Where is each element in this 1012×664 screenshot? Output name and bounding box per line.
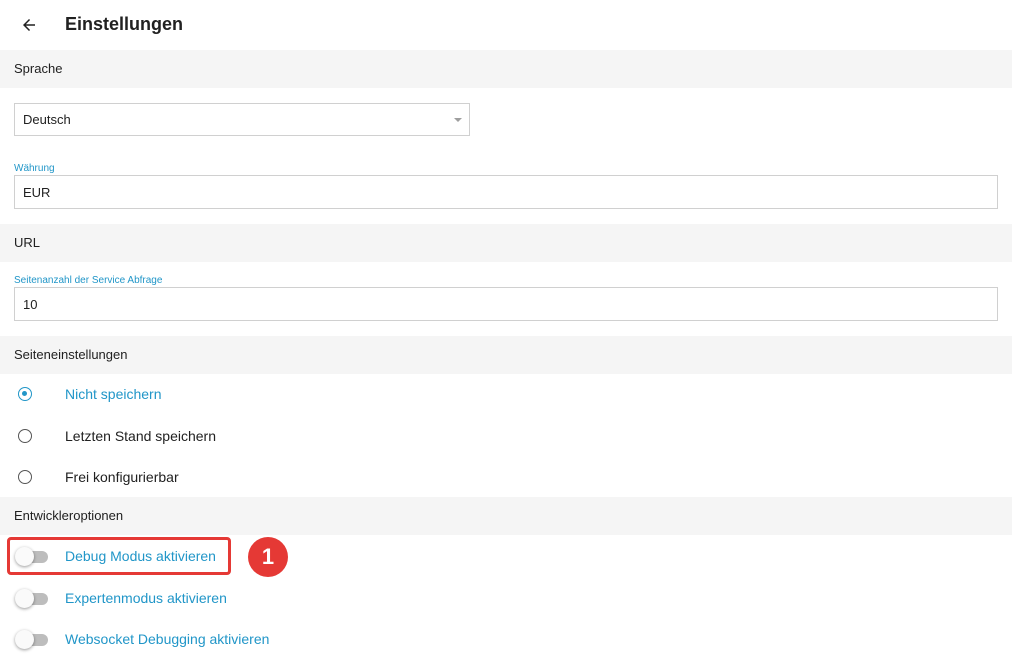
toggle-expert-mode[interactable]: Expertenmodus aktivieren [0, 584, 400, 612]
app-header: Einstellungen [0, 0, 1012, 50]
toggle-label: Websocket Debugging aktivieren [65, 631, 270, 647]
page-count-input[interactable] [14, 287, 998, 321]
radio-label: Letzten Stand speichern [65, 428, 216, 444]
radio-button[interactable] [18, 470, 32, 484]
toggle-websocket-debugging[interactable]: Websocket Debugging aktivieren [0, 625, 400, 653]
radio-option-letzten-stand[interactable]: Letzten Stand speichern [0, 422, 400, 450]
back-button[interactable] [16, 12, 42, 38]
radio-option-nicht-speichern[interactable]: Nicht speichern [0, 380, 400, 408]
currency-label: Währung [14, 163, 55, 174]
language-select-value: Deutsch [23, 112, 71, 127]
radio-button[interactable] [18, 387, 32, 401]
language-select[interactable]: Deutsch [14, 103, 470, 136]
radio-button[interactable] [18, 429, 32, 443]
highlight-box [7, 537, 231, 575]
section-header-language: Sprache [0, 50, 1012, 88]
page-count-label: Seitenanzahl der Service Abfrage [14, 275, 163, 286]
currency-input[interactable] [14, 175, 998, 209]
section-header-page-settings: Seiteneinstellungen [0, 336, 1012, 374]
page-title: Einstellungen [65, 14, 184, 34]
settings-page: Einstellungen Sprache Deutsch Währung UR… [0, 0, 1012, 664]
radio-label: Frei konfigurierbar [65, 469, 179, 485]
radio-option-frei-konfigurierbar[interactable]: Frei konfigurierbar [0, 463, 400, 491]
arrow-left-icon [23, 19, 35, 31]
toggle-thumb[interactable] [15, 630, 34, 649]
callout-badge: 1 [248, 537, 288, 577]
toggle-label: Expertenmodus aktivieren [65, 590, 227, 606]
toggle-thumb[interactable] [15, 589, 34, 608]
radio-label: Nicht speichern [65, 386, 162, 402]
caret-down-icon [454, 118, 462, 122]
section-header-url: URL [0, 224, 1012, 262]
section-header-developer: Entwickleroptionen [0, 497, 1012, 535]
